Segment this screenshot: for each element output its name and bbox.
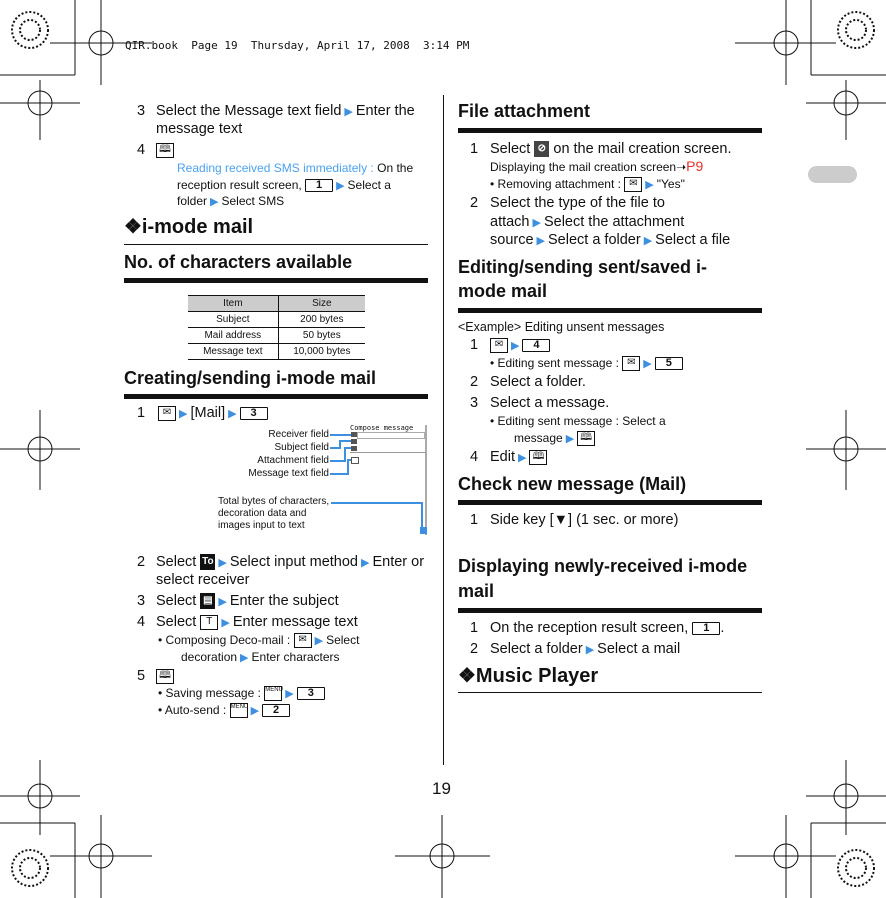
arrow-icon: ▶ bbox=[532, 217, 541, 229]
step-number: 4 bbox=[470, 449, 479, 465]
step-number: 1 bbox=[470, 620, 479, 636]
section-heading: Displaying newly-received i-mode bbox=[458, 556, 748, 576]
paperclip-icon: ⊘ bbox=[534, 141, 550, 158]
example-label: <Example> Editing unsent messages bbox=[458, 320, 665, 334]
subject-icon: ▤ bbox=[200, 593, 216, 610]
heading-bar bbox=[458, 500, 762, 505]
text-icon: T bbox=[200, 614, 219, 630]
step-number: 4 bbox=[137, 614, 146, 630]
mail-key-icon: ✉ bbox=[624, 177, 643, 193]
arrow-icon: ▶ bbox=[360, 557, 370, 569]
book-key-icon: 🕮 bbox=[156, 668, 174, 684]
mail-key-icon: ✉ bbox=[293, 633, 312, 649]
key-2: 2 bbox=[262, 704, 291, 718]
book-key-icon: 🕮 bbox=[577, 431, 596, 447]
key-5: 5 bbox=[654, 357, 683, 371]
divider bbox=[458, 692, 762, 693]
step-number: 2 bbox=[137, 554, 146, 570]
menu-key-icon: MENU bbox=[264, 686, 283, 702]
section-heading: Check new message (Mail) bbox=[458, 474, 687, 494]
section-title: ❖Music Player bbox=[458, 665, 599, 687]
step-number: 1 bbox=[470, 512, 479, 528]
page-reference: Displaying the mail creation screen➝P9 bbox=[490, 158, 704, 174]
step-number: 5 bbox=[137, 668, 146, 684]
arrow-icon: ▶ bbox=[585, 644, 595, 656]
heading-bar bbox=[458, 608, 762, 613]
section-heading: mode mail bbox=[458, 281, 548, 301]
key-3: 3 bbox=[296, 687, 325, 701]
arrow-icon: ▶ bbox=[221, 617, 230, 629]
arrow-icon: ▶ bbox=[536, 235, 545, 247]
arrow-icon: ▶ bbox=[218, 557, 227, 569]
key-4: 4 bbox=[522, 338, 551, 352]
manual-page: QIR.book Page 19 Thursday, April 17, 200… bbox=[0, 0, 886, 898]
section-heading: File attachment bbox=[458, 101, 591, 121]
step-number: 1 bbox=[470, 337, 479, 353]
arrow-icon: ▶ bbox=[240, 652, 249, 664]
to-icon: To bbox=[200, 554, 216, 571]
arrow-icon: ▶ bbox=[250, 705, 260, 717]
step-number: 2 bbox=[470, 641, 479, 657]
section-heading: Editing/sending sent/saved i- bbox=[458, 257, 708, 277]
arrow-icon: ▶ bbox=[643, 358, 652, 370]
arrow-icon: ▶ bbox=[314, 635, 324, 647]
arrow-icon: ▶ bbox=[511, 340, 520, 352]
step-text: select receiver bbox=[156, 572, 250, 588]
arrow-icon: ▶ bbox=[643, 235, 653, 247]
step-number: 2 bbox=[470, 195, 479, 211]
step-number: 3 bbox=[470, 395, 479, 411]
key-1: 1 bbox=[692, 621, 721, 635]
arrow-icon: ▶ bbox=[565, 433, 575, 445]
arrow-icon: ▶ bbox=[518, 452, 527, 464]
arrow-icon: ▶ bbox=[218, 596, 227, 608]
step-number: 2 bbox=[470, 374, 479, 390]
menu-key-icon: MENU bbox=[229, 703, 248, 719]
mail-key-icon: ✉ bbox=[622, 356, 641, 372]
arrow-icon: ▶ bbox=[285, 688, 294, 700]
step-number: 1 bbox=[470, 141, 479, 157]
heading-bar bbox=[458, 308, 762, 313]
arrow-icon: ▶ bbox=[645, 179, 654, 191]
book-key-icon: 🕮 bbox=[529, 449, 548, 465]
mail-key-icon: ✉ bbox=[490, 337, 508, 353]
step-number: 3 bbox=[137, 593, 146, 609]
heading-bar bbox=[458, 128, 762, 133]
section-heading: mail bbox=[458, 581, 495, 601]
